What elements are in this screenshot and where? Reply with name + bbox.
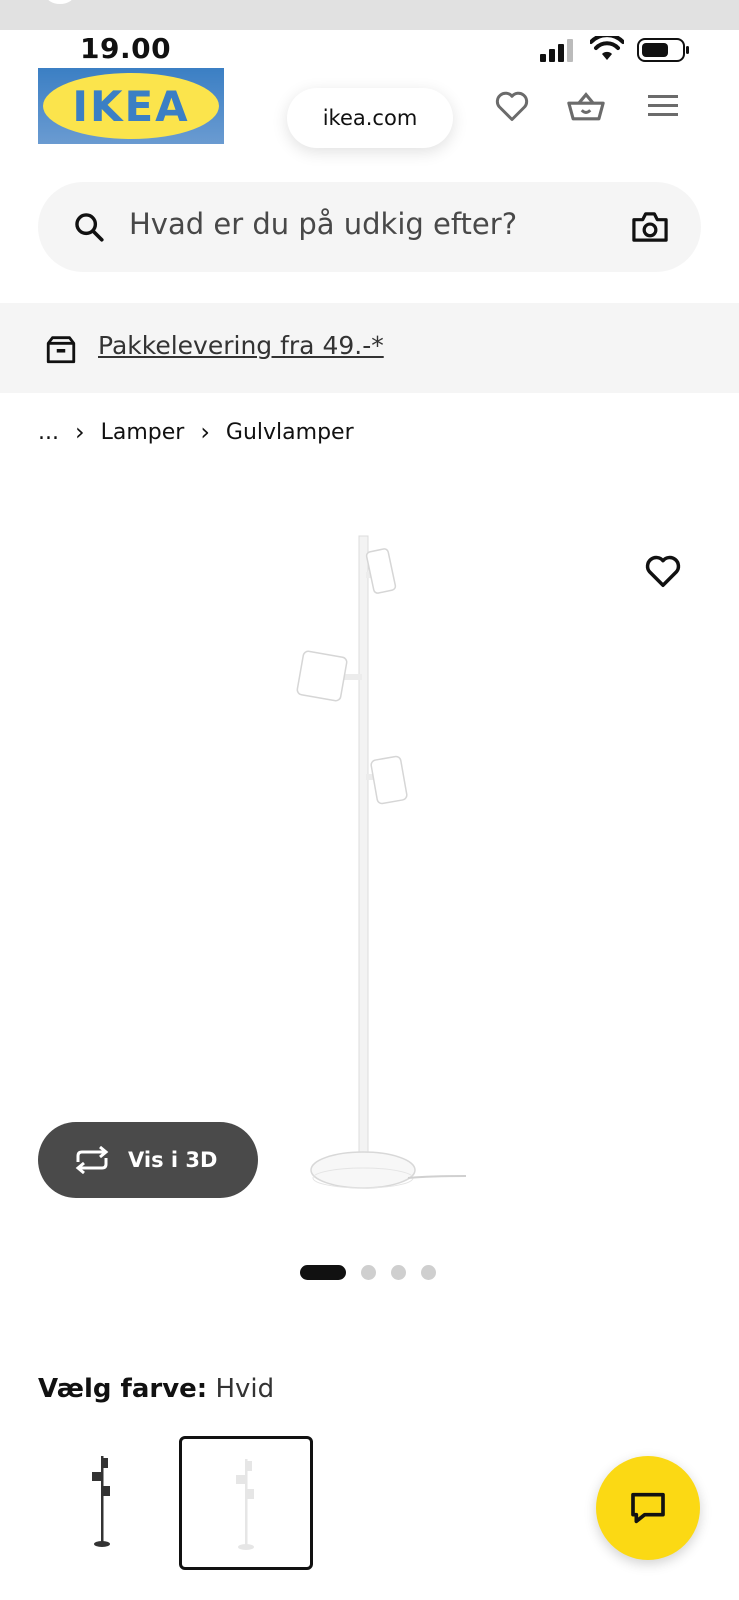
search-icon [75,213,104,242]
camera-icon[interactable] [631,210,669,244]
carousel-dot[interactable] [361,1265,376,1280]
color-value: Hvid [215,1374,275,1404]
signal-icon [540,39,573,62]
rotate-3d-icon [72,1146,112,1174]
breadcrumb-gulvlamper[interactable]: Gulvlamper [226,420,354,445]
delivery-box-icon [46,336,76,364]
view-3d-label: Vis i 3D [128,1148,218,1172]
menu-icon[interactable] [643,86,683,126]
chat-icon [631,1492,665,1524]
color-swatch-white[interactable] [179,1436,313,1570]
ikea-logo[interactable]: IKEA [38,68,224,144]
color-selection-label: Vælg farve: Hvid [38,1374,274,1404]
delivery-banner[interactable]: Pakkelevering fra 49.-* [0,303,739,393]
color-swatch-black[interactable] [38,1436,166,1564]
site-header: IKEA ikea.com [0,66,739,156]
color-label: Vælg farve: [38,1374,208,1404]
wifi-icon [590,36,624,60]
chat-button[interactable] [596,1456,700,1560]
favorite-heart-icon[interactable] [644,553,682,589]
svg-text:IKEA: IKEA [72,82,189,131]
product-image[interactable] [290,530,480,1200]
heart-icon[interactable] [492,86,532,126]
status-time: 19.00 [80,32,172,65]
breadcrumb-more[interactable]: ... [38,420,59,445]
carousel-dot-active[interactable] [300,1265,346,1280]
battery-icon [637,38,689,62]
top-strip [0,0,739,30]
breadcrumb-lamper[interactable]: Lamper [101,420,185,445]
carousel-dot[interactable] [421,1265,436,1280]
browser-url-pill[interactable]: ikea.com [287,88,453,148]
search-bar[interactable]: Hvad er du på udkig efter? [38,182,701,272]
status-bar: 19.00 [0,30,739,70]
carousel-dot[interactable] [391,1265,406,1280]
basket-icon[interactable] [566,86,606,126]
delivery-link[interactable]: Pakkelevering fra 49.-* [98,331,384,360]
search-input[interactable]: Hvad er du på udkig efter? [129,207,517,241]
view-3d-button[interactable]: Vis i 3D [38,1122,258,1198]
chevron-right-icon: › [74,418,85,446]
breadcrumb: ... › Lamper › Gulvlamper [38,418,354,446]
carousel-indicator [300,1265,451,1280]
chevron-right-icon: › [200,418,210,446]
